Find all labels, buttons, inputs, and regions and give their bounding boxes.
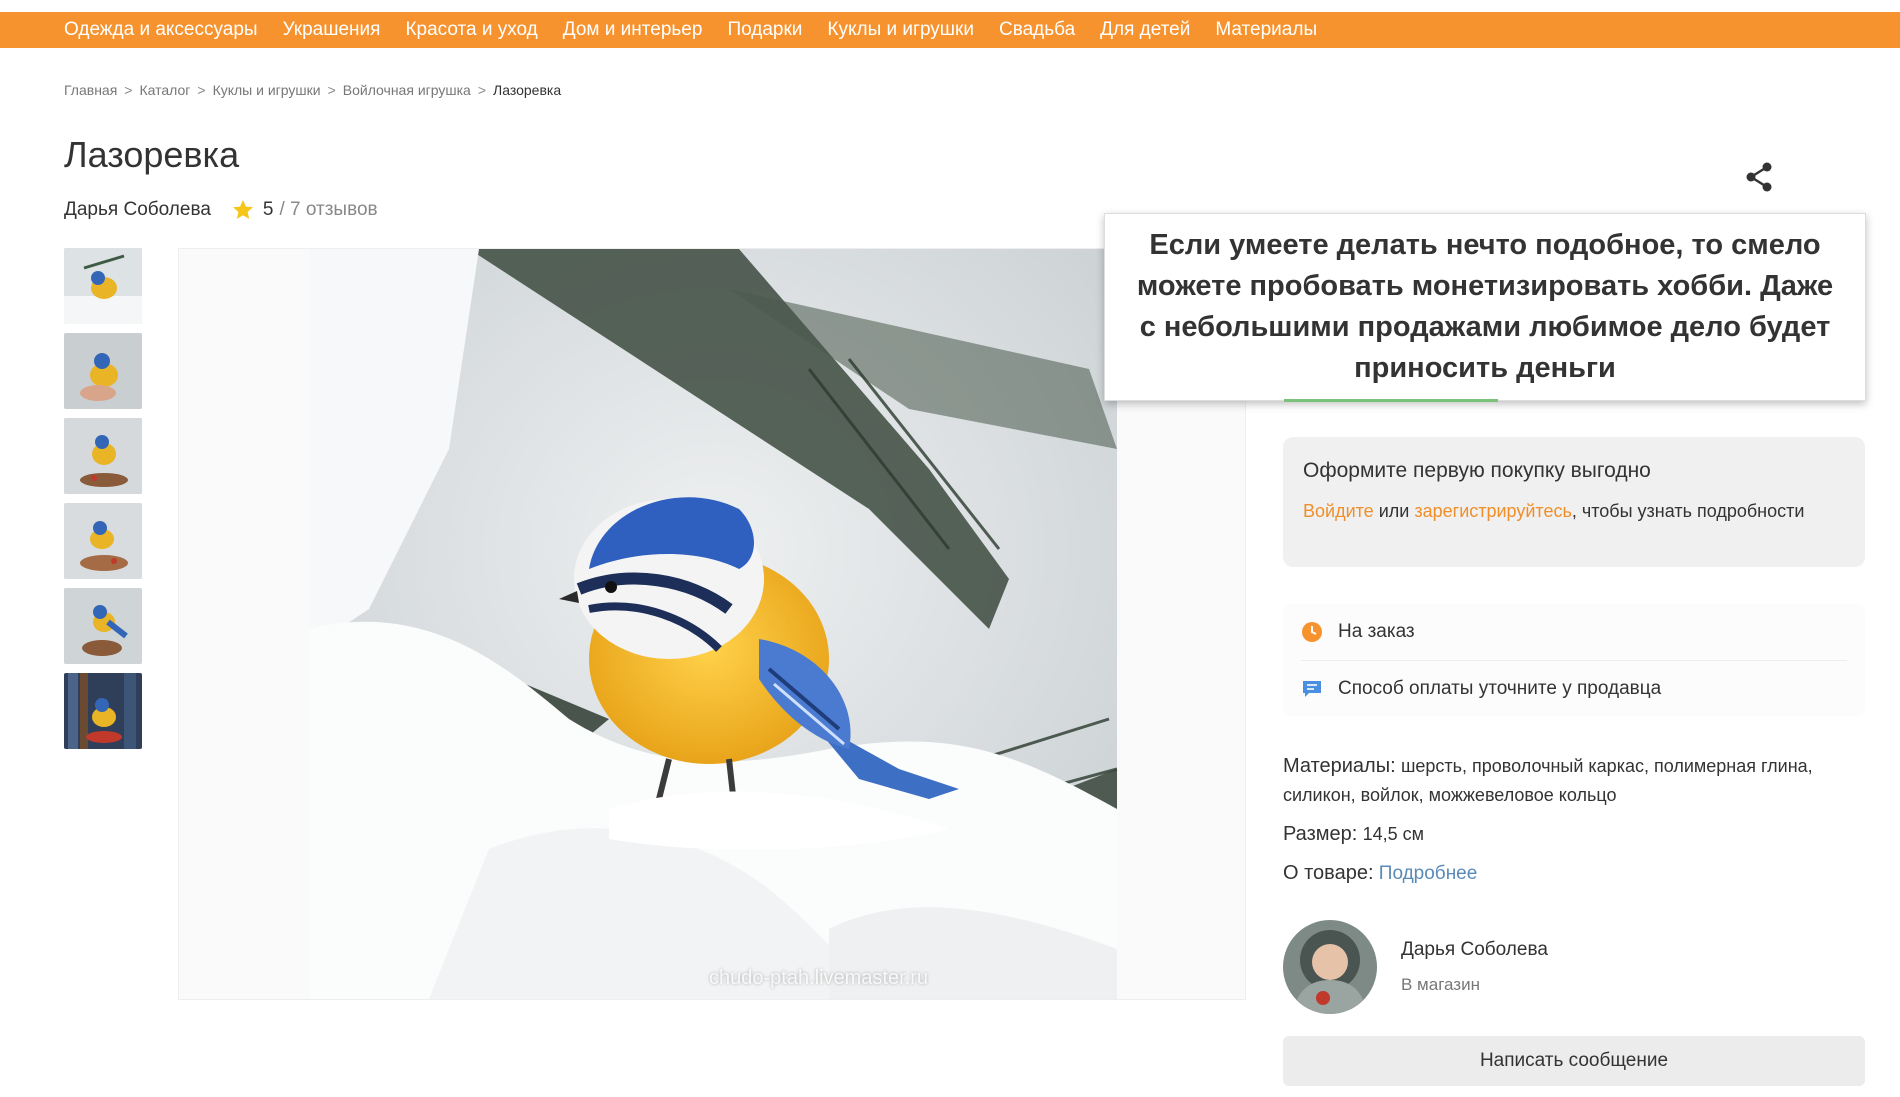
photo-watermark: chudo-ptah.livemaster.ru	[709, 967, 929, 989]
main-product-image[interactable]: chudo-ptah.livemaster.ru	[178, 248, 1246, 1000]
thumbnail-strip	[64, 248, 142, 758]
nav-item-home[interactable]: Дом и интерьер	[563, 19, 703, 41]
reviews-link[interactable]: / 7 отзывов	[279, 199, 377, 221]
breadcrumb-catalog[interactable]: Каталог	[139, 82, 190, 98]
rating-value: 5	[262, 199, 274, 220]
clock-icon	[1302, 622, 1322, 642]
register-link[interactable]: зарегистрируйтесь	[1414, 501, 1572, 521]
seller-card-text: Дарья Соболева В магазин	[1401, 939, 1548, 995]
breadcrumb-separator: >	[477, 82, 487, 98]
promo-text: Войдите или зарегистрируйтесь, чтобы узн…	[1303, 499, 1845, 524]
page-title: Лазоревка	[64, 134, 240, 175]
seller-rating-line: Дарья Соболева 5 / 7 отзывов	[64, 198, 378, 222]
store-link[interactable]: В магазин	[1401, 975, 1548, 995]
overlay-callout: Если умеете делать нечто подобное, то см…	[1104, 213, 1866, 401]
nav-item-wedding[interactable]: Свадьба	[999, 19, 1075, 41]
promo-title: Оформите первую покупку выгодно	[1303, 459, 1651, 482]
order-info: На заказ Способ оплаты уточните у продав…	[1283, 604, 1865, 716]
breadcrumb-dolls[interactable]: Куклы и игрушки	[213, 82, 321, 98]
overlay-text: Если умеете делать нечто подобное, то см…	[1136, 229, 1834, 384]
thumbnail[interactable]	[64, 673, 142, 749]
made-to-order-label: На заказ	[1338, 621, 1415, 642]
size-spec: Размер: 14,5 см	[1283, 820, 1865, 849]
nav-item-jewelry[interactable]: Украшения	[283, 19, 381, 41]
about-spec: О товаре: Подробнее	[1283, 859, 1865, 888]
nav-item-dolls[interactable]: Куклы и игрушки	[827, 19, 974, 41]
nav-item-materials[interactable]: Материалы	[1215, 19, 1317, 41]
breadcrumb-separator: >	[197, 82, 206, 98]
promo-or: или	[1378, 501, 1410, 521]
first-purchase-promo: Оформите первую покупку выгодно Войдите …	[1283, 437, 1865, 567]
breadcrumb-separator: >	[124, 82, 133, 98]
materials-spec: Материалы: шерсть, проволочный каркас, п…	[1283, 752, 1865, 810]
size-label: Размер:	[1283, 823, 1358, 845]
thumbnail[interactable]	[64, 588, 142, 664]
thumbnail[interactable]	[64, 333, 142, 409]
chat-icon	[1303, 680, 1321, 697]
payment-row: Способ оплаты уточните у продавца	[1301, 660, 1847, 716]
avatar[interactable]	[1283, 920, 1377, 1014]
breadcrumb: Главная > Каталог > Куклы и игрушки > Во…	[64, 82, 561, 98]
payment-label: Способ оплаты уточните у продавца	[1338, 677, 1662, 699]
tab-underline	[1284, 399, 1498, 402]
login-link[interactable]: Войдите	[1303, 501, 1374, 521]
breadcrumb-current: Лазоревка	[493, 82, 562, 98]
seller-card-name[interactable]: Дарья Соболева	[1401, 939, 1548, 961]
category-nav: Одежда и аксессуары Украшения Красота и …	[0, 12, 1900, 48]
about-label: О товаре:	[1283, 862, 1374, 884]
nav-item-clothing[interactable]: Одежда и аксессуары	[64, 19, 258, 41]
thumbnail[interactable]	[64, 418, 142, 494]
made-to-order-row: На заказ	[1301, 604, 1847, 660]
nav-item-kids[interactable]: Для детей	[1100, 19, 1190, 41]
breadcrumb-home[interactable]: Главная	[64, 82, 117, 98]
share-icon[interactable]	[1744, 161, 1774, 193]
size-value: 14,5 см	[1362, 824, 1424, 844]
star-icon	[232, 200, 253, 219]
seller-name-link[interactable]: Дарья Соболева	[64, 199, 211, 221]
product-photo	[309, 249, 1117, 999]
send-message-button[interactable]: Написать сообщение	[1283, 1036, 1865, 1086]
details-link[interactable]: Подробнее	[1379, 863, 1478, 884]
promo-suffix: , чтобы узнать подробности	[1571, 501, 1805, 521]
seller-card: Дарья Соболева В магазин	[1283, 920, 1548, 1014]
nav-item-gifts[interactable]: Подарки	[727, 19, 802, 41]
breadcrumb-separator: >	[327, 82, 336, 98]
breadcrumb-felt-toy[interactable]: Войлочная игрушка	[343, 82, 471, 98]
materials-label: Материалы:	[1283, 755, 1396, 777]
thumbnail[interactable]	[64, 503, 142, 579]
thumbnail[interactable]	[64, 248, 142, 324]
nav-item-beauty[interactable]: Красота и уход	[405, 19, 537, 41]
product-specs: Материалы: шерсть, проволочный каркас, п…	[1283, 752, 1865, 898]
